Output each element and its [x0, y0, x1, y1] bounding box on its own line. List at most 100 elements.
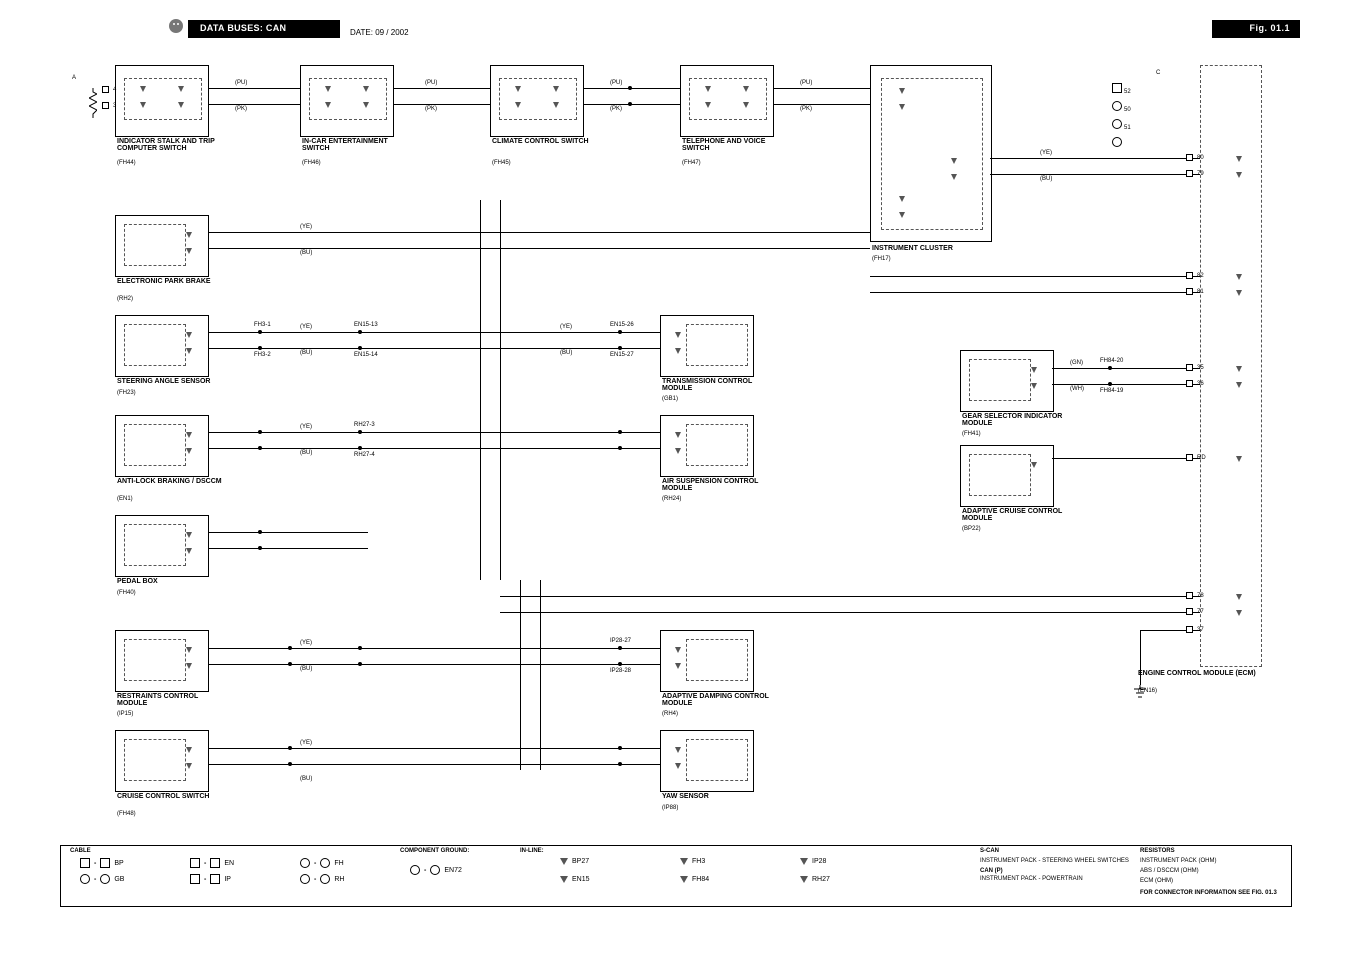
wire-color: (PU) — [800, 80, 812, 86]
ecm-pin: 37 — [1197, 627, 1204, 633]
gear-name: GEAR SELECTOR INDICATOR MODULE — [962, 413, 1082, 427]
wire-color: (YE) — [560, 324, 572, 330]
module-in-car-ent — [300, 65, 394, 137]
inline-conn: IP28-28 — [610, 668, 631, 674]
key-item: FH84 — [692, 876, 709, 883]
wire-color: (YE) — [300, 224, 312, 230]
module-rcm — [115, 630, 209, 692]
key-item: EN — [224, 860, 234, 867]
inline-conn: FH84-19 — [1100, 388, 1123, 394]
key-item: GB — [114, 876, 124, 883]
key-item: RH27 — [812, 876, 830, 883]
ecm-pin: 79 — [1197, 171, 1204, 177]
yaw-sub: (IP88) — [662, 805, 678, 811]
module-yaw — [660, 730, 754, 792]
ecm-name: ENGINE CONTROL MODULE (ECM) — [1138, 670, 1268, 677]
wire-color: (YE) — [1040, 150, 1052, 156]
module-cruise-sw — [115, 730, 209, 792]
module-air-susp — [660, 415, 754, 477]
damp-name: ADAPTIVE DAMPING CONTROL MODULE — [662, 693, 782, 707]
ice-name: IN-CAR ENTERTAINMENT SWITCH — [302, 138, 412, 152]
module-adaptive-cruise — [960, 445, 1054, 507]
wire-color: (PU) — [425, 80, 437, 86]
inline-conn: IP28-27 — [610, 638, 631, 644]
key-item: INSTRUMENT PACK (OHM) — [1140, 858, 1216, 864]
ic-name: INSTRUMENT CLUSTER — [872, 245, 992, 252]
key-item: EN15 — [572, 876, 590, 883]
damp-sub: (RH4) — [662, 711, 678, 717]
sas-sub: (FH23) — [117, 390, 136, 396]
res-a-lbl: A — [72, 75, 76, 81]
wire-color: (BU) — [300, 350, 312, 356]
inline-conn: FH84-20 — [1100, 358, 1123, 364]
ecm-pin: 82 — [1197, 273, 1204, 279]
figure-label: Fig. 01.1 — [1249, 23, 1290, 33]
abs-name: ANTI-LOCK BRAKING / DSCCM — [117, 478, 227, 485]
rcm-name: RESTRAINTS CONTROL MODULE — [117, 693, 227, 707]
key-header: CAN (P) — [980, 868, 1003, 874]
key-item: ABS / DSCCM (OHM) — [1140, 868, 1199, 874]
key-header: S-CAN — [980, 848, 999, 854]
module-tcm — [660, 315, 754, 377]
ecm-pin: 52 — [1124, 89, 1131, 95]
climate-sub: (FH45) — [492, 160, 511, 166]
sas-name: STEERING ANGLE SENSOR — [117, 378, 227, 385]
key-item: BP — [114, 860, 123, 867]
module-damp — [660, 630, 754, 692]
climate-name: CLIMATE CONTROL SWITCH — [492, 138, 602, 145]
key-item: RH — [334, 876, 344, 883]
key-note: FOR CONNECTOR INFORMATION SEE FIG. 01.3 — [1140, 890, 1277, 896]
wire-color: (BU) — [300, 776, 312, 782]
pedal-name: PEDAL BOX — [117, 578, 158, 585]
key-header: COMPONENT GROUND: — [400, 848, 469, 854]
date-label: DATE: 09 / 2002 — [350, 28, 409, 37]
key-item: INSTRUMENT PACK - STEERING WHEEL SWITCHE… — [980, 858, 1129, 864]
wire-color: (PK) — [425, 106, 437, 112]
wire-color: (BU) — [300, 250, 312, 256]
ecm-pin: 81 — [1197, 289, 1204, 295]
pin: 4 — [113, 87, 116, 93]
wire-color: (YE) — [300, 740, 312, 746]
inline-conn: EN15-13 — [354, 322, 378, 328]
key-header: CABLE — [70, 848, 91, 854]
ecm-pin: 78 — [1197, 593, 1204, 599]
indicator-stalk-name: INDICATOR STALK AND TRIP COMPUTER SWITCH — [117, 138, 227, 152]
ecm-pin: 80 — [1197, 155, 1204, 161]
wire-color: (BU) — [300, 666, 312, 672]
ice-sub: (FH46) — [302, 160, 321, 166]
wire-color: (GN) — [1070, 360, 1083, 366]
phone-sub: (FH47) — [682, 160, 701, 166]
key-item: FH3 — [692, 858, 705, 865]
wire-color: (PK) — [235, 106, 247, 112]
inline-conn: EN15-26 — [610, 322, 634, 328]
ground-icon — [1132, 685, 1148, 699]
pin: 3 — [113, 103, 116, 109]
wire-color: (PK) — [800, 106, 812, 112]
module-pedal — [115, 515, 209, 577]
inline-conn: FH3-1 — [254, 322, 271, 328]
wire-color: (YE) — [300, 424, 312, 430]
inline-conn: RH27-4 — [354, 452, 375, 458]
inline-conn: RH27-3 — [354, 422, 375, 428]
cruise-name: CRUISE CONTROL SWITCH — [117, 793, 227, 800]
epb-name: ELECTRONIC PARK BRAKE — [117, 278, 227, 285]
wire-color: (WH) — [1070, 386, 1084, 392]
res-c-lbl: C — [1156, 70, 1160, 76]
air-name: AIR SUSPENSION CONTROL MODULE — [662, 478, 772, 492]
wire-color: (BU) — [300, 450, 312, 456]
ecm-res-block: 52 50 51 — [1112, 80, 1131, 152]
module-gear — [960, 350, 1054, 412]
module-epb — [115, 215, 209, 277]
ecm-pin: 35 — [1197, 365, 1204, 371]
air-sub: (RH24) — [662, 496, 681, 502]
abs-sub: (EN1) — [117, 496, 133, 502]
wire-color: (PU) — [610, 80, 622, 86]
ecm-pin: 77 — [1197, 609, 1204, 615]
ic-sub: (FH17) — [872, 256, 891, 262]
key-item: ECM (OHM) — [1140, 878, 1173, 884]
key-item: BP27 — [572, 858, 589, 865]
gear-sub: (FH41) — [962, 431, 981, 437]
wire-color: (BU) — [560, 350, 572, 356]
wiring-diagram-page: DATA BUSES: CAN Fig. 01.1 DATE: 09 / 200… — [0, 0, 1350, 954]
key-item: INSTRUMENT PACK - POWERTRAIN — [980, 876, 1083, 882]
